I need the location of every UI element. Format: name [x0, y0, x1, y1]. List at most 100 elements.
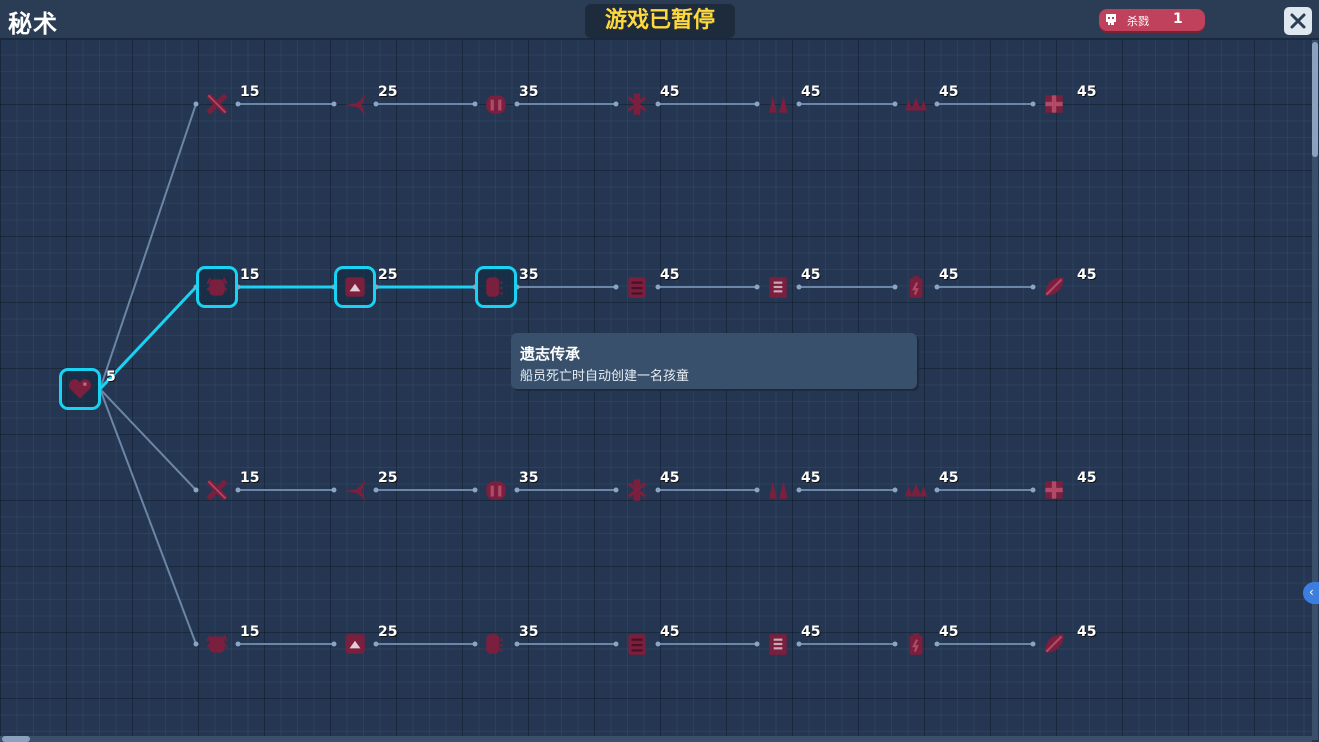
- skill-node-r1-c1[interactable]: [334, 266, 376, 308]
- horizontal-scroll-thumb[interactable]: [2, 736, 30, 742]
- skill-cost: 45: [939, 84, 959, 100]
- skill-cost: 45: [660, 624, 680, 640]
- book-icon: [628, 277, 646, 298]
- crossed-swords-icon: [206, 93, 228, 115]
- sun-compass-icon: [486, 481, 506, 500]
- meat-chunk-icon: [628, 634, 646, 655]
- skill-cost: 15: [240, 267, 260, 283]
- chevron-left-icon: ‹: [1309, 585, 1314, 599]
- treasure-chest-icon: [1045, 481, 1063, 499]
- arrow-hit-icon: [344, 94, 366, 115]
- flexed-arm-icon: [206, 479, 228, 501]
- skill-node-r2-c2[interactable]: [475, 469, 517, 511]
- skill-cost: 45: [939, 624, 959, 640]
- skill-node-r0-c6[interactable]: [1033, 83, 1075, 125]
- sparkle-fish-icon: [769, 634, 787, 655]
- skill-node-r2-c4[interactable]: [757, 469, 799, 511]
- skill-cost: 15: [240, 84, 260, 100]
- skill-cost: 35: [519, 267, 539, 283]
- flag-icon: [905, 483, 927, 497]
- arcana-screen: 秘术 游戏已暂停 杀戮 1 5 15 25 35 45 45 45 45 15 25 35 45 45 4…: [0, 0, 1319, 742]
- skill-cost: 45: [1077, 470, 1097, 486]
- heart-icon: [68, 379, 92, 399]
- skill-node-r2-c0[interactable]: [196, 469, 238, 511]
- vertical-scroll-thumb[interactable]: [1312, 42, 1318, 157]
- cocoon-icon: [486, 277, 503, 297]
- skill-cost: 15: [240, 624, 260, 640]
- grass-blade-icon: [345, 634, 365, 654]
- skill-cost: 35: [519, 84, 539, 100]
- shield-helmet-icon: [486, 95, 506, 114]
- tooltip-title: 遗志传承: [520, 345, 581, 363]
- skill-node-r3-c3[interactable]: [616, 623, 658, 665]
- skill-cost: 45: [1077, 624, 1097, 640]
- skill-node-r1-c5[interactable]: [895, 266, 937, 308]
- skill-tooltip: 遗志传承 船员死亡时自动创建一名孩童: [511, 333, 917, 389]
- skill-node-r1-c3[interactable]: [616, 266, 658, 308]
- fish-bag-icon: [769, 481, 788, 499]
- skill-node-r0-c3[interactable]: [616, 83, 658, 125]
- skill-cost: 15: [240, 470, 260, 486]
- skill-cost: 45: [801, 84, 821, 100]
- skill-node-r0-c1[interactable]: [334, 83, 376, 125]
- crab-shell-icon: [206, 277, 228, 296]
- house-badge-icon: [345, 277, 365, 297]
- skill-node-r3-c4[interactable]: [757, 623, 799, 665]
- skill-cost: 25: [378, 267, 398, 283]
- connector: [99, 388, 197, 645]
- skill-cost: 35: [519, 470, 539, 486]
- skill-node-r0-c0[interactable]: [196, 83, 238, 125]
- skill-cost: 5: [106, 369, 116, 385]
- skill-node-r3-c1[interactable]: [334, 623, 376, 665]
- skill-node-r2-c5[interactable]: [895, 469, 937, 511]
- ham-icon: [206, 634, 228, 653]
- skill-node-r3-c6[interactable]: [1033, 623, 1075, 665]
- spikes-icon: [905, 97, 927, 111]
- skill-node-r3-c0[interactable]: [196, 623, 238, 665]
- skill-cost: 45: [660, 84, 680, 100]
- skill-cost: 45: [1077, 84, 1097, 100]
- skill-cost: 25: [378, 624, 398, 640]
- cross-shield-icon: [1045, 95, 1063, 113]
- skill-cost: 45: [801, 267, 821, 283]
- skill-node-r1-c6[interactable]: [1033, 266, 1075, 308]
- skill-cost: 45: [1077, 267, 1097, 283]
- tooltip-description: 船员死亡时自动创建一名孩童: [520, 369, 690, 384]
- skill-node-r2-c6[interactable]: [1033, 469, 1075, 511]
- skill-cost: 45: [939, 470, 959, 486]
- skill-node-r2-c3[interactable]: [616, 469, 658, 511]
- skill-cost: 35: [519, 624, 539, 640]
- thorn-bug-icon: [627, 93, 647, 115]
- skill-node-r3-c2[interactable]: [475, 623, 517, 665]
- skill-node-r1-c0[interactable]: [196, 266, 238, 308]
- skill-cost: 45: [801, 624, 821, 640]
- skill-cost: 45: [660, 267, 680, 283]
- cauldron-icon: [1045, 634, 1064, 653]
- wrench-icon: [344, 480, 366, 501]
- bug-totem-icon: [909, 633, 923, 655]
- skill-cost: 45: [939, 267, 959, 283]
- connector: [99, 388, 197, 491]
- skill-cost: 45: [801, 470, 821, 486]
- skill-node-rroot-c0[interactable]: [59, 368, 101, 410]
- skill-node-r0-c2[interactable]: [475, 83, 517, 125]
- skill-node-r1-c4[interactable]: [757, 266, 799, 308]
- skill-node-r0-c4[interactable]: [757, 83, 799, 125]
- battery-icon: [909, 276, 923, 298]
- feather-leaf-icon: [1045, 277, 1064, 296]
- apple-icon: [486, 634, 503, 654]
- fangs-icon: [769, 95, 788, 113]
- vertical-scrollbar[interactable]: [1312, 40, 1318, 740]
- skill-node-r2-c1[interactable]: [334, 469, 376, 511]
- horizontal-scrollbar[interactable]: [0, 736, 1312, 742]
- skill-node-r3-c5[interactable]: [895, 623, 937, 665]
- side-panel-toggle[interactable]: ‹: [1303, 582, 1319, 604]
- skill-cost: 25: [378, 470, 398, 486]
- skill-node-r0-c5[interactable]: [895, 83, 937, 125]
- skill-node-r1-c2[interactable]: [475, 266, 517, 308]
- scroll-page-icon: [769, 277, 787, 298]
- connector: [99, 103, 197, 390]
- skill-cost: 25: [378, 84, 398, 100]
- skill-cost: 45: [660, 470, 680, 486]
- hammer-icon: [627, 479, 647, 501]
